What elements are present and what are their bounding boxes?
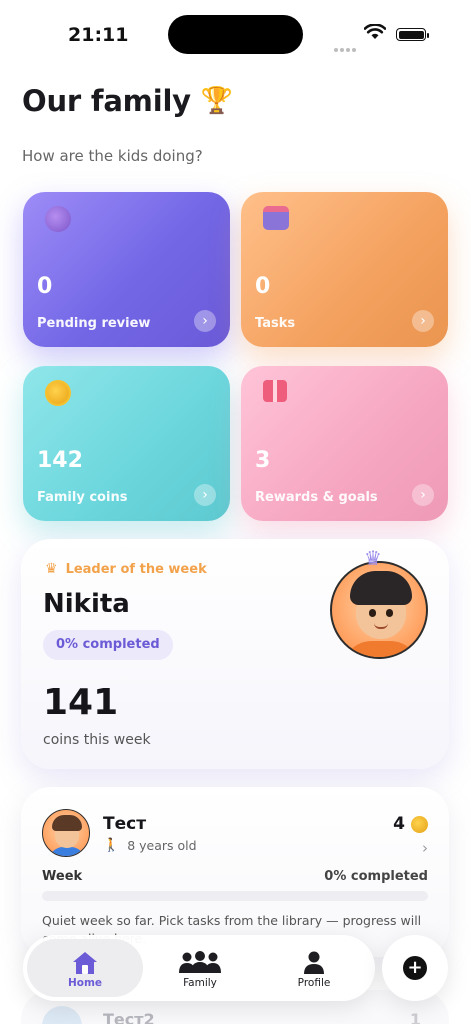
page-header: Our family 🏆 <box>22 84 233 118</box>
tile-value: 0 <box>37 274 53 299</box>
leader-name: Nikita <box>43 589 130 619</box>
chevron-right-icon[interactable]: › <box>422 839 428 857</box>
week-progress-bar <box>42 891 428 901</box>
plus-icon: + <box>403 956 427 980</box>
tile-label: Family coins <box>37 490 128 505</box>
leader-of-week-card[interactable]: ♛ Leader of the week Nikita 0% completed… <box>21 539 449 769</box>
tab-bar: Home Family Profile <box>23 935 375 1001</box>
tile-value: 142 <box>37 448 83 473</box>
tab-label: Home <box>67 977 103 989</box>
chevron-right-icon[interactable]: › <box>412 484 434 506</box>
child-age: 🚶 8 years old <box>103 838 197 853</box>
status-time: 21:11 <box>68 24 129 46</box>
profile-icon <box>257 950 371 976</box>
leader-avatar <box>330 561 428 659</box>
dynamic-island <box>168 15 303 54</box>
home-icon <box>27 950 143 976</box>
gear-badge-icon <box>45 206 71 238</box>
tab-profile[interactable]: Profile <box>257 939 371 997</box>
child-age-text: 8 years old <box>127 838 197 853</box>
tasks-tile[interactable]: 0 Tasks › <box>241 192 448 347</box>
chevron-right-icon[interactable]: › <box>194 484 216 506</box>
chevron-right-icon[interactable]: › <box>412 310 434 332</box>
child-coins: 4 <box>393 814 428 834</box>
child-avatar <box>42 1006 82 1024</box>
rewards-goals-tile[interactable]: 3 Rewards & goals › <box>241 366 448 521</box>
status-bar: 21:11 <box>0 0 471 70</box>
person-icon: 🚶 <box>103 838 120 853</box>
family-coins-tile[interactable]: 142 Family coins › <box>23 366 230 521</box>
tile-value: 0 <box>255 274 271 299</box>
gift-icon <box>263 380 287 408</box>
child-coins-value: 4 <box>393 814 405 834</box>
leader-coins-value: 141 <box>43 682 119 723</box>
tab-family[interactable]: Family <box>143 939 257 997</box>
tile-label: Pending review <box>37 316 151 331</box>
week-percent: 0% completed <box>324 869 428 884</box>
leader-coins-label: coins this week <box>43 732 151 748</box>
tab-label: Profile <box>297 977 331 989</box>
leader-tag: ♛ Leader of the week <box>45 561 207 577</box>
tile-value: 3 <box>255 448 271 473</box>
leader-progress-badge: 0% completed <box>43 630 173 660</box>
child-name: Тест2 <box>103 1010 155 1024</box>
tab-label: Family <box>183 977 217 989</box>
add-button[interactable]: + <box>382 935 448 1001</box>
coin-icon <box>45 380 71 412</box>
tile-label: Tasks <box>255 316 296 331</box>
crown-avatar-icon: ♛ <box>364 546 382 570</box>
leader-tag-label: Leader of the week <box>65 561 207 577</box>
cellular-signal-icon <box>334 37 358 56</box>
battery-icon <box>396 28 429 41</box>
crown-icon: ♛ <box>45 561 58 577</box>
page-title: Our family <box>22 84 191 118</box>
wifi-icon <box>364 24 386 39</box>
coin-icon <box>411 815 428 833</box>
tile-label: Rewards & goals <box>255 490 378 505</box>
calendar-icon <box>263 206 289 236</box>
tab-home[interactable]: Home <box>27 939 143 997</box>
pending-review-tile[interactable]: 0 Pending review › <box>23 192 230 347</box>
child-avatar <box>42 809 90 857</box>
chevron-right-icon[interactable]: › <box>194 310 216 332</box>
trophy-icon: 🏆 <box>200 86 234 116</box>
family-icon <box>143 950 257 976</box>
child-card[interactable]: Тест 🚶 8 years old 4 › Week 0% completed… <box>21 787 449 957</box>
child-coins-value: 1 <box>409 1010 421 1024</box>
page-subtitle: How are the kids doing? <box>22 147 203 165</box>
week-label: Week <box>42 869 83 884</box>
child-name: Тест <box>103 814 147 834</box>
